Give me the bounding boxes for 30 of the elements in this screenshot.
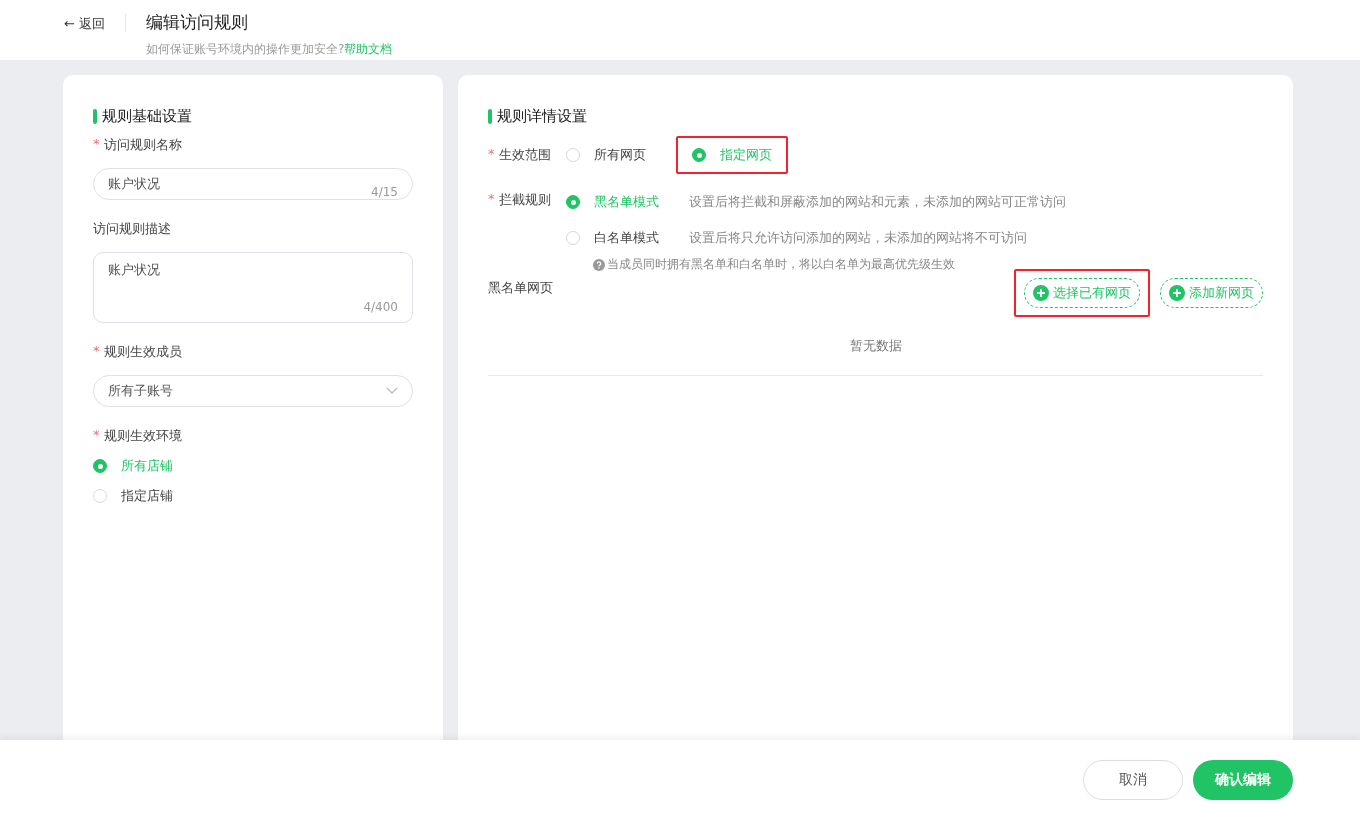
section-title: 规则基础设置 <box>102 107 192 126</box>
option-description: 设置后将拦截和屏蔽添加的网站和元素，未添加的网站可正常访问 <box>689 193 1066 211</box>
radio-option[interactable]: 白名单模式 <box>566 223 659 253</box>
section-title: 规则详情设置 <box>497 107 587 126</box>
option-description: 设置后将只允许访问添加的网站，未添加的网站将不可访问 <box>689 229 1027 247</box>
required-mark: * <box>93 427 100 444</box>
back-button[interactable]: ← 返回 <box>64 14 127 32</box>
field-label: 生效范围 <box>498 146 551 164</box>
radio-option[interactable]: 指定店铺 <box>93 481 413 511</box>
field-label: 访问规则名称 <box>103 136 182 154</box>
field-label: 规则生效环境 <box>103 427 182 445</box>
chevron-down-icon <box>386 387 398 395</box>
priority-note: 当成员同时拥有黑名单和白名单时，将以白名单为最高优先级生效 <box>607 256 955 273</box>
plus-icon <box>1033 285 1049 301</box>
description-textarea[interactable]: 账户状况 4/400 <box>93 252 413 323</box>
security-hint: 如何保证账号环境内的操作更加安全? <box>146 41 345 58</box>
empty-state-text: 暂无数据 <box>849 338 902 353</box>
required-mark: * <box>488 146 495 163</box>
list-label: 黑名单网页 <box>488 279 553 297</box>
page-title: 编辑访问规则 <box>146 11 250 34</box>
required-mark: * <box>93 343 100 360</box>
cancel-button[interactable]: 取消 <box>1083 760 1183 800</box>
field-label: 规则生效成员 <box>103 343 182 361</box>
field-label: 拦截规则 <box>498 191 551 209</box>
radio-option[interactable]: 所有网页 <box>566 140 646 170</box>
required-mark: * <box>488 191 495 208</box>
plus-icon <box>1169 285 1185 301</box>
required-mark: * <box>93 136 100 153</box>
field-label: 访问规则描述 <box>93 220 171 238</box>
help-icon <box>593 258 605 271</box>
